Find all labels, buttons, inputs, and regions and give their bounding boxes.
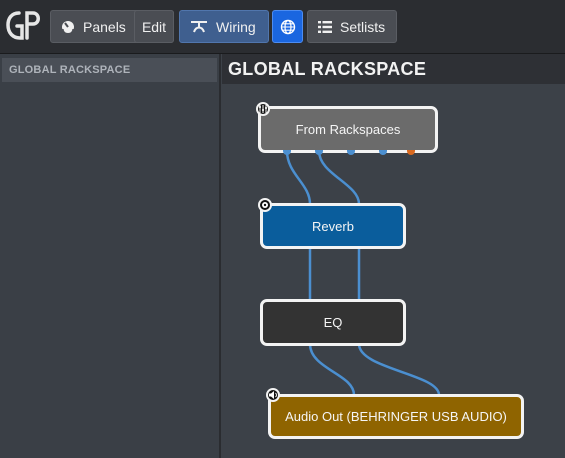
sliders-icon xyxy=(256,102,270,116)
globe-icon xyxy=(280,19,295,34)
block-audio-out-label: Audio Out (BEHRINGER USB AUDIO) xyxy=(285,409,507,424)
sidebar-rackspace-item[interactable]: GLOBAL RACKSPACE xyxy=(2,58,217,82)
edit-label: Edit xyxy=(141,18,167,35)
wire-from-out1-reverb-in1 xyxy=(285,150,312,205)
block-reverb-label: Reverb xyxy=(312,218,354,234)
page-title: GLOBAL RACKSPACE xyxy=(222,54,565,84)
setlists-label: Setlists xyxy=(340,18,386,35)
wiring-label: Wiring xyxy=(216,18,256,35)
wiring-canvas[interactable]: From Rackspaces Reverb EQ Audio Out (BEH… xyxy=(222,84,565,458)
globe-button[interactable] xyxy=(272,10,303,43)
panels-icon xyxy=(62,20,74,34)
speaker-icon xyxy=(266,388,280,402)
wiring-icon xyxy=(191,20,207,32)
toolbar: Panels Edit Wiring Setlists xyxy=(0,0,565,54)
wiring-button[interactable]: Wiring xyxy=(179,10,269,43)
gig-performer-logo[interactable] xyxy=(5,8,43,42)
block-eq[interactable]: EQ xyxy=(260,299,406,346)
block-from-rackspaces-label: From Rackspaces xyxy=(295,122,401,137)
wire-from-out2-reverb-in2 xyxy=(317,150,361,205)
block-eq-label: EQ xyxy=(323,315,343,330)
panels-label: Panels xyxy=(83,18,126,35)
block-from-rackspaces[interactable]: From Rackspaces xyxy=(258,106,438,153)
setlists-button[interactable]: Setlists xyxy=(307,10,397,43)
wire-eq-out2-audioout-in2 xyxy=(357,343,441,396)
block-audio-out[interactable]: Audio Out (BEHRINGER USB AUDIO) xyxy=(268,394,524,439)
list-icon xyxy=(318,20,332,33)
wire-eq-out1-audioout-in1 xyxy=(308,343,356,396)
block-reverb[interactable]: Reverb xyxy=(260,203,406,249)
sidebar: GLOBAL RACKSPACE xyxy=(0,54,221,458)
plugin-icon xyxy=(258,198,272,212)
edit-button[interactable]: Edit xyxy=(134,10,174,43)
